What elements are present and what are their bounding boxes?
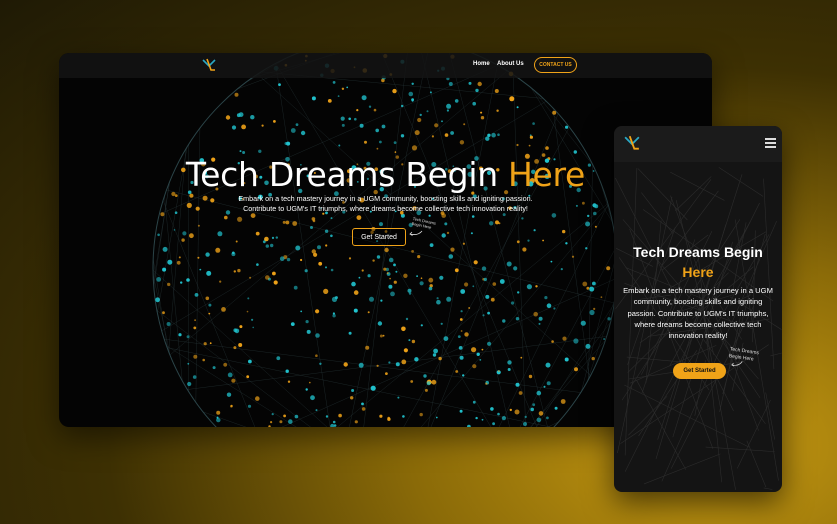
desktop-navbar: Home About Us CONTACT US (59, 53, 712, 78)
mobile-hero-subtitle: Embark on a tech mastery journey in a UG… (623, 286, 773, 341)
mobile-mockup: Tech Dreams Begin Here Embark on a tech … (614, 126, 782, 492)
get-started-button[interactable]: Get Started (352, 228, 406, 246)
nav-link-about-us[interactable]: About Us (497, 61, 524, 67)
mobile-hero-title-main: Tech Dreams Begin (633, 244, 763, 260)
hamburger-menu-icon[interactable] (765, 138, 776, 150)
mobile-navbar (614, 126, 782, 162)
logo-icon[interactable] (202, 58, 216, 72)
hero-subtitle-line-2: Contribute to UGM's IT triumphs, where d… (243, 204, 528, 213)
arrow-icon (731, 361, 743, 367)
mobile-hero-title: Tech Dreams Begin Here (614, 242, 782, 282)
hero-subtitle-line-1: Embark on a tech mastery journey in a UG… (238, 194, 533, 203)
contact-us-button[interactable]: CONTACT US (534, 57, 577, 73)
mobile-get-started-button[interactable]: Get Started (673, 363, 726, 379)
logo-icon[interactable] (624, 135, 640, 151)
hero-title-main: Tech Dreams Begin (185, 155, 508, 194)
hero-title-accent: Here (508, 155, 586, 194)
arrow-icon (409, 230, 423, 236)
hero-subtitle: Embark on a tech mastery journey in a UG… (209, 194, 562, 214)
mobile-hero-title-accent: Here (682, 264, 714, 280)
nav-link-home[interactable]: Home (473, 61, 490, 67)
